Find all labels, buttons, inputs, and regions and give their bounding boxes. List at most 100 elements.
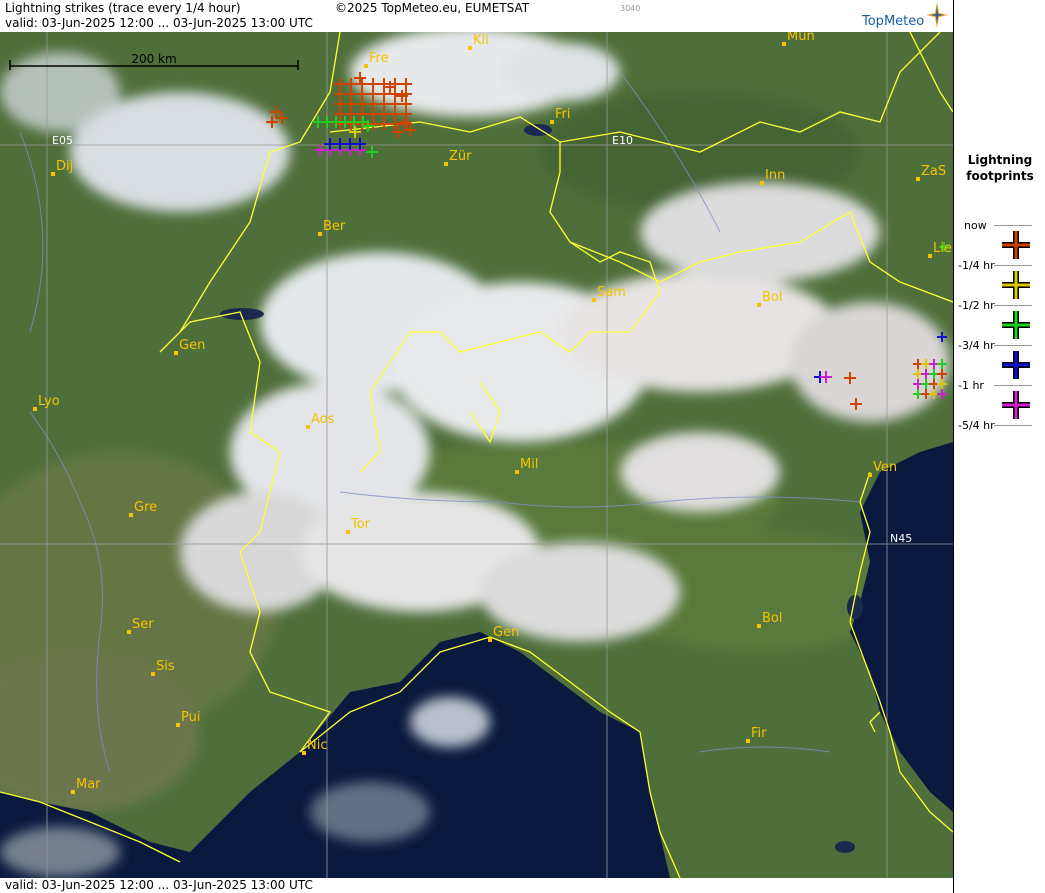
- city-dot: [176, 723, 180, 727]
- legend-separator: [994, 225, 1032, 226]
- legend-cross-icon: [1002, 391, 1030, 419]
- valid-time: valid: 03-Jun-2025 12:00 ... 03-Jun-2025…: [5, 16, 313, 30]
- city-dot: [51, 172, 55, 176]
- legend-label: -1 hr: [958, 379, 984, 392]
- legend-label: -1/2 hr: [958, 299, 995, 312]
- city-dot: [174, 351, 178, 355]
- legend-cross-icon: [1002, 311, 1030, 339]
- city-dot: [592, 298, 596, 302]
- city-label: Lyo: [38, 394, 60, 409]
- map-footer: valid: 03-Jun-2025 12:00 ... 03-Jun-2025…: [0, 878, 953, 893]
- city-label: Fre: [369, 51, 389, 66]
- city-dot: [346, 530, 350, 534]
- city-label: Tor: [350, 517, 371, 532]
- legend-label: -1/4 hr: [958, 259, 995, 272]
- city-label: Sam: [597, 285, 626, 300]
- legend-cross-icon: [1002, 231, 1030, 259]
- grid-label-e10: E10: [612, 134, 633, 147]
- city-dot: [488, 638, 492, 642]
- legend-title: Lightning footprints: [954, 152, 1045, 184]
- city-label: Fri: [555, 107, 571, 122]
- city-label: Mar: [76, 777, 101, 792]
- grid-label-e05: E05: [52, 134, 73, 147]
- city-label: Dij: [56, 159, 73, 174]
- city-dot: [302, 751, 306, 755]
- city-label: Bol: [762, 290, 782, 305]
- satellite-map[interactable]: 200 km E05 E10 N45 Fre Kli Mun Fri Dij Zür Inn Za…: [0, 32, 953, 878]
- legend-label: now: [964, 219, 987, 232]
- city-marker-ven: Ven: [868, 460, 897, 477]
- compass-star-icon: [926, 2, 948, 28]
- legend-separator: [994, 305, 1032, 306]
- city-label: Pui: [181, 710, 200, 725]
- city-dot: [129, 513, 133, 517]
- city-dot: [782, 42, 786, 46]
- legend-separator: [994, 385, 1032, 386]
- city-marker-aos: Aos: [306, 412, 335, 429]
- city-dot: [868, 473, 872, 477]
- topmeteo-logo[interactable]: TopMeteo: [862, 14, 924, 29]
- scale-label: 200 km: [131, 52, 176, 66]
- copyright: ©2025 TopMeteo.eu, EUMETSAT: [335, 1, 530, 15]
- city-dot: [757, 303, 761, 307]
- city-marker-zür: Zür: [444, 149, 472, 166]
- city-marker-mar: Mar: [71, 777, 101, 794]
- map-header: Lightning strikes (trace every 1/4 hour)…: [0, 0, 953, 32]
- city-marker-sam: Sam: [592, 285, 626, 302]
- city-label: Ser: [132, 617, 154, 632]
- legend-separator: [994, 345, 1032, 346]
- legend-separator: [994, 265, 1032, 266]
- city-dot: [928, 254, 932, 258]
- legend-title-line2: footprints: [966, 169, 1034, 183]
- legend-label: -3/4 hr: [958, 339, 995, 352]
- city-label: Sis: [156, 659, 175, 674]
- city-marker-gre: Gre: [129, 500, 157, 517]
- city-marker-ber: Ber: [318, 219, 346, 236]
- city-dot: [127, 630, 131, 634]
- grid-label-n45: N45: [890, 532, 912, 545]
- map-title: Lightning strikes (trace every 1/4 hour): [5, 1, 241, 15]
- legend-title-line1: Lightning: [967, 153, 1033, 167]
- city-label: Ber: [323, 219, 346, 234]
- city-dot: [364, 64, 368, 68]
- city-dot: [515, 470, 519, 474]
- city-label: Gen: [493, 625, 519, 640]
- footer-valid-time: valid: 03-Jun-2025 12:00 ... 03-Jun-2025…: [5, 878, 313, 892]
- city-marker-gen: Gen: [488, 625, 519, 642]
- city-dot: [746, 739, 750, 743]
- city-label: Ven: [873, 460, 897, 475]
- city-marker-mun: Mun: [782, 32, 815, 46]
- city-dot: [916, 177, 920, 181]
- map-tag: 3040: [620, 4, 641, 13]
- city-label: Kli: [473, 33, 489, 48]
- city-label: Aos: [311, 412, 335, 427]
- legend-cross-icon: [1002, 351, 1030, 379]
- city-label: Lie: [933, 241, 952, 256]
- city-label: Gre: [134, 500, 157, 515]
- city-label: ZaS: [921, 164, 946, 179]
- city-label: Mil: [520, 457, 538, 472]
- city-label: Inn: [765, 168, 785, 183]
- city-dot: [444, 162, 448, 166]
- city-label: Fir: [751, 726, 767, 741]
- lightning-legend: Lightning footprints now -1/4 hr -1/2 hr -3…: [953, 0, 1045, 893]
- city-dot: [468, 46, 472, 50]
- city-label: Zür: [449, 149, 472, 164]
- city-dot: [71, 790, 75, 794]
- legend-label: -5/4 hr: [958, 419, 995, 432]
- city-label: Nic: [307, 738, 327, 753]
- city-dot: [760, 181, 764, 185]
- city-dot: [151, 672, 155, 676]
- city-dot: [318, 232, 322, 236]
- city-label: Gen: [179, 338, 205, 353]
- city-marker-gen: Gen: [174, 338, 205, 355]
- city-marker-ser: Ser: [127, 617, 154, 634]
- city-label: Bol: [762, 611, 782, 626]
- city-dot: [306, 425, 310, 429]
- legend-separator: [994, 425, 1032, 426]
- city-marker-zas: ZaS: [916, 164, 946, 181]
- city-label: Mun: [787, 32, 815, 44]
- city-dot: [550, 120, 554, 124]
- city-dot: [757, 624, 761, 628]
- city-dot: [33, 407, 37, 411]
